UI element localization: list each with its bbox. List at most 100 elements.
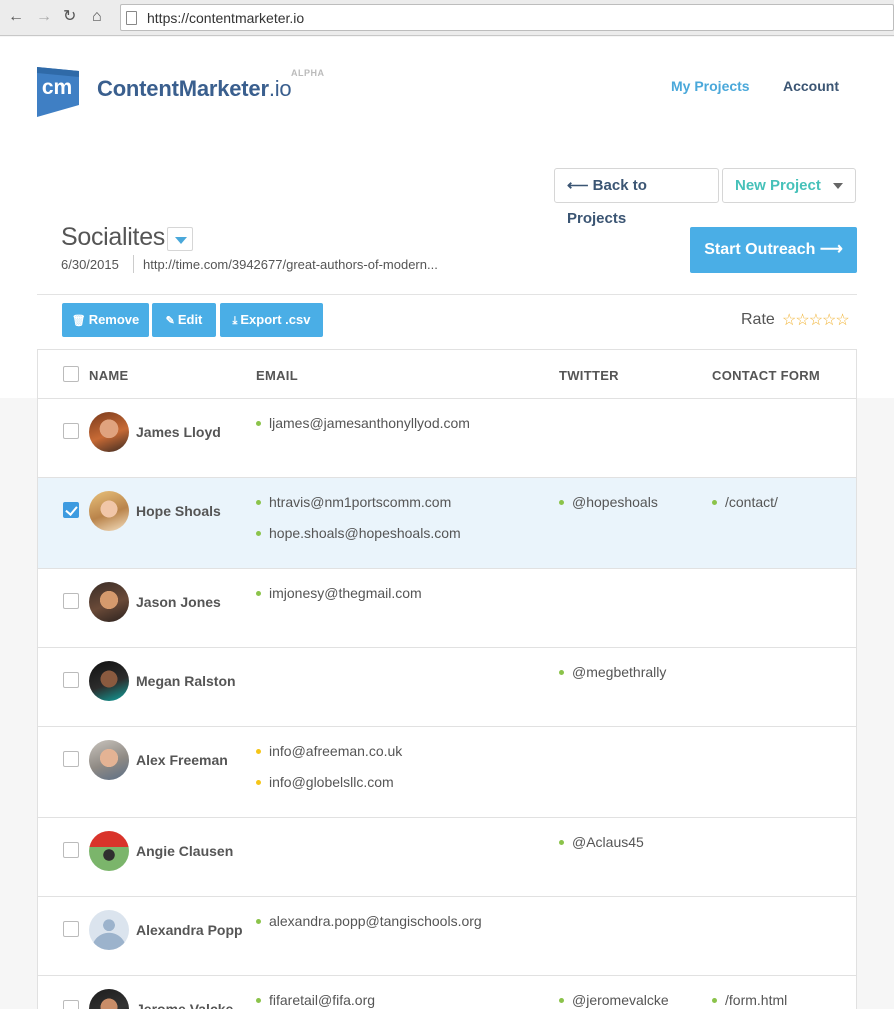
contact-name[interactable]: Hope Shoals [136,503,221,519]
table-row[interactable]: Alex Freeman info@afreeman.co.uk info@glob… [38,727,856,818]
remove-button[interactable]: 🗑 Remove [62,303,149,337]
twitter-handle[interactable]: @jeromevalcke [559,992,669,1008]
row-checkbox[interactable] [63,842,79,858]
nav-my-projects[interactable]: My Projects [671,78,750,94]
new-project-dropdown[interactable]: New Project [722,168,856,203]
email-link[interactable]: ljames@jamesanthonyllyod.com [256,415,470,431]
remove-label: Remove [88,312,140,327]
row-checkbox[interactable] [63,672,79,688]
email-link-text: info@afreeman.co.uk [269,743,403,759]
row-checkbox[interactable] [63,502,79,518]
forward-arrow-icon[interactable]: → [36,7,52,27]
avatar [89,661,129,701]
home-icon[interactable]: ⌂ [92,7,102,27]
status-dot-icon [256,530,261,536]
email-link[interactable]: info@afreeman.co.uk [256,743,402,759]
row-checkbox[interactable] [63,423,79,439]
page-icon [126,11,137,25]
email-link[interactable]: htravis@nm1portscomm.com [256,494,451,510]
brand-name[interactable]: ContentMarketer.io [97,76,292,102]
divider [37,294,857,295]
table-row[interactable]: James Lloyd ljames@jamesanthonyllyod.com [38,399,856,478]
logo-mark-text: cm [42,76,72,99]
twitter-handle[interactable]: @megbethrally [559,664,666,680]
download-icon: ⤓ [232,315,238,327]
column-header-email[interactable]: EMAIL [256,368,298,383]
status-dot-icon [256,590,261,596]
status-dot-icon [712,499,717,505]
select-all-checkbox[interactable] [63,366,79,382]
edit-button[interactable]: ✎ Edit [152,303,216,337]
table-row[interactable]: Alexandra Popp alexandra.popp@tangischool… [38,897,856,976]
row-checkbox[interactable] [63,751,79,767]
contact-form-link-text: /contact/ [725,494,778,510]
project-menu-dropdown[interactable] [167,227,193,251]
status-dot-icon [256,997,261,1003]
status-dot-icon [256,499,261,505]
twitter-handle[interactable]: @hopeshoals [559,494,658,510]
email-link-text: ljames@jamesanthonyllyod.com [269,415,470,431]
contact-name[interactable]: Jerome Valcke [136,1001,233,1009]
back-to-projects-button[interactable]: ⟵ Back to Projects [554,168,719,227]
column-header-contact-form[interactable]: CONTACT FORM [712,368,820,383]
table-row[interactable]: Jason Jones imjonesy@thegmail.com [38,569,856,648]
email-link[interactable]: fifaretail@fifa.org [256,992,375,1008]
contact-form-link[interactable]: /contact/ [712,494,778,510]
nav-account[interactable]: Account [783,78,839,94]
email-link[interactable]: alexandra.popp@tangischools.org [256,913,482,929]
column-header-twitter[interactable]: TWITTER [559,368,619,383]
table-row[interactable]: Hope Shoals htravis@nm1portscomm.com hope.… [38,478,856,569]
email-link-text: fifaretail@fifa.org [269,992,376,1008]
table-row[interactable]: Angie Clausen @Aclaus45 [38,818,856,897]
chevron-down-icon [833,183,843,189]
avatar [89,910,129,950]
twitter-handle[interactable]: @Aclaus45 [559,834,644,850]
avatar [89,412,129,452]
alpha-badge: ALPHA [291,68,325,78]
avatar [89,740,129,780]
table-row[interactable]: Jerome Valcke fifaretail@fifa.org @jeromev… [38,976,856,1009]
row-checkbox[interactable] [63,1000,79,1009]
row-checkbox[interactable] [63,921,79,937]
star-rating[interactable]: ☆☆☆☆☆ [782,310,850,330]
project-date: 6/30/2015 [61,257,119,272]
table-row[interactable]: Megan Ralston @megbethrally [38,648,856,727]
status-dot-icon [559,499,564,505]
contacts-table: NAME EMAIL TWITTER CONTACT FORM James Ll… [37,349,857,1009]
contact-name[interactable]: Angie Clausen [136,843,233,859]
avatar [89,582,129,622]
export-csv-button[interactable]: ⤓ Export .csv [220,303,323,337]
brand-name-suffix: .io [268,76,292,101]
avatar [89,491,129,531]
project-title: Socialites [61,223,165,251]
email-link-text: imjonesy@thegmail.com [269,585,422,601]
trash-icon: 🗑 [71,315,86,327]
email-link[interactable]: hope.shoals@hopeshoals.com [256,525,461,541]
rate-label: Rate [741,311,775,328]
reload-icon[interactable]: ↻ [63,7,76,27]
contact-name[interactable]: Jason Jones [136,594,221,610]
contact-name[interactable]: James Lloyd [136,424,221,440]
email-link[interactable]: info@globelsllc.com [256,774,394,790]
status-dot-icon [256,779,261,785]
column-header-name[interactable]: NAME [89,368,128,383]
address-url[interactable]: https://contentmarketer.io [147,10,304,26]
contact-name[interactable]: Alex Freeman [136,752,228,768]
back-arrow-icon[interactable]: ← [8,7,24,27]
email-link[interactable]: imjonesy@thegmail.com [256,585,422,601]
contact-name[interactable]: Megan Ralston [136,673,236,689]
twitter-handle-text: @megbethrally [572,664,667,680]
caret-down-icon [175,237,187,244]
contact-form-link[interactable]: /form.html [712,992,787,1008]
start-outreach-button[interactable]: Start Outreach ⟶ [690,227,857,273]
new-project-label: New Project [735,177,821,194]
edit-label: Edit [177,312,203,327]
project-url[interactable]: http://time.com/3942677/great-authors-of… [143,257,438,272]
logo-icon[interactable]: cm [37,67,79,117]
address-bar[interactable]: https://contentmarketer.io [120,4,894,31]
row-checkbox[interactable] [63,593,79,609]
contact-form-link-text: /form.html [725,992,788,1008]
browser-toolbar: ← → ↻ ⌂ https://contentmarketer.io [0,0,894,36]
contact-name[interactable]: Alexandra Popp [136,922,243,938]
status-dot-icon [256,748,261,754]
